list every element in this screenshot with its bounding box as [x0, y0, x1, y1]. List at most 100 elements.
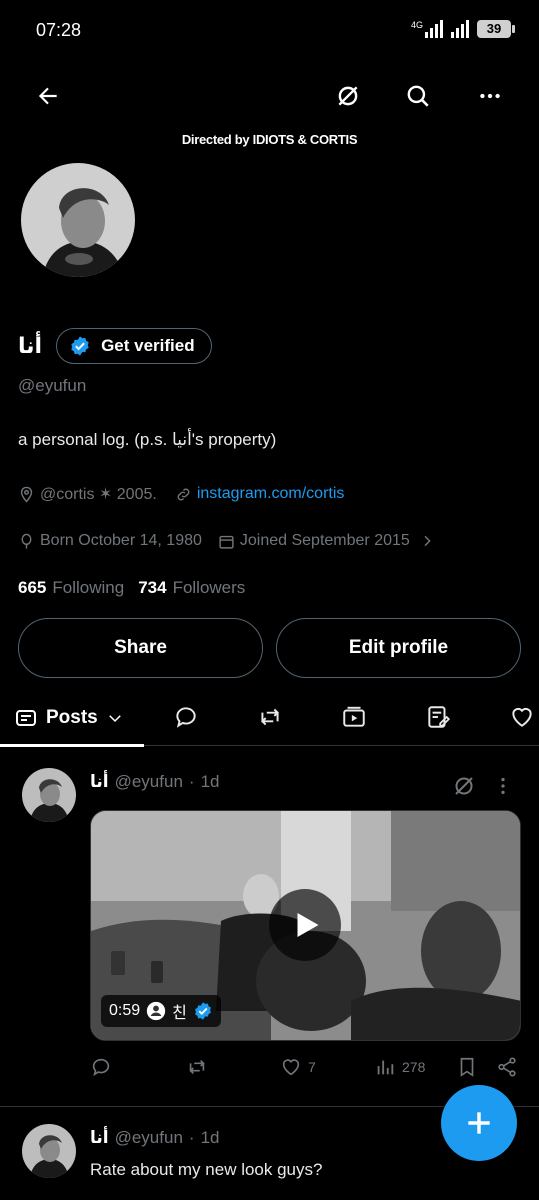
following-count: 665 [18, 578, 47, 597]
post-time: 1d [200, 772, 220, 791]
back-arrow-icon [38, 87, 57, 105]
search-icon [407, 85, 429, 107]
plus-icon [468, 1112, 490, 1134]
repost-icon [261, 708, 279, 726]
search-button[interactable] [396, 74, 440, 118]
post-avatar[interactable] [22, 1124, 76, 1178]
post-header: أنا @eyufun · 1d [90, 1128, 220, 1148]
video-icon [343, 706, 365, 727]
post-header: أنا @eyufun · 1d [90, 772, 220, 792]
network-label: 4G [410, 20, 423, 30]
tab-articles[interactable] [421, 700, 455, 734]
avatar-photo [21, 163, 135, 277]
get-verified-button[interactable]: Get verified [56, 328, 212, 364]
share-button[interactable]: Share [18, 618, 263, 678]
post-author-name: أنا [90, 772, 109, 791]
birthday-text: Born October 14, 1980 [40, 532, 202, 549]
joined-item[interactable]: Joined September 2015 [218, 532, 435, 550]
followers-label: Followers [172, 578, 246, 597]
more-vertical-icon [501, 777, 505, 795]
profile-tabs: Posts [0, 690, 539, 747]
tab-reposts[interactable] [253, 700, 287, 734]
signal-icon-2 [451, 20, 469, 38]
heart-icon [282, 1059, 300, 1076]
avatar-photo [22, 1124, 76, 1178]
post-grok-button[interactable] [442, 764, 486, 808]
chevron-down-icon [108, 715, 121, 723]
post-text: Rate about my new look guys? [90, 1160, 323, 1179]
grok-icon [338, 86, 358, 106]
edit-profile-button[interactable]: Edit profile [276, 618, 521, 678]
reply-button[interactable] [90, 1056, 112, 1078]
profile-meta-row-2: Born October 14, 1980 Joined September 2… [18, 532, 435, 550]
post-time: 1d [200, 1128, 220, 1147]
post-item[interactable]: أنا @eyufun · 1d 0:59 친 7 278 [0, 762, 539, 1102]
repost-button[interactable] [186, 1056, 208, 1078]
profile-avatar[interactable] [18, 160, 138, 280]
name-row: أنا Get verified [18, 328, 212, 364]
grok-button[interactable] [326, 74, 370, 118]
views-icon [377, 1060, 394, 1075]
video-username: 친 [172, 1005, 187, 1022]
reply-icon [176, 707, 196, 728]
link-icon [177, 488, 190, 500]
profile-handle: @eyufun [18, 376, 87, 395]
grok-icon [455, 777, 473, 795]
following-label: Following [52, 578, 125, 597]
reply-icon [92, 1058, 110, 1077]
calendar-icon [219, 535, 234, 549]
tab-replies[interactable] [169, 700, 203, 734]
like-count: 7 [308, 1059, 316, 1075]
signal-icon [425, 20, 443, 38]
tab-likes[interactable] [505, 700, 539, 734]
location-icon [20, 486, 33, 503]
verified-badge-icon [194, 1002, 211, 1020]
website-link[interactable]: instagram.com/cortis [175, 485, 344, 503]
get-verified-label: Get verified [101, 336, 195, 355]
back-button[interactable] [26, 74, 70, 118]
following-link[interactable]: 665 Following [18, 578, 124, 598]
views-button[interactable]: 278 [374, 1056, 425, 1078]
post-author-handle: @eyufun [114, 772, 183, 791]
post-author-name: أنا [90, 1128, 109, 1147]
play-button[interactable] [269, 889, 341, 961]
followers-count: 734 [138, 578, 167, 597]
profile-topbar [0, 70, 539, 124]
more-button[interactable] [468, 74, 512, 118]
like-button[interactable]: 7 [280, 1056, 316, 1078]
play-icon [297, 913, 319, 937]
status-time: 07:28 [36, 20, 82, 40]
views-count: 278 [402, 1059, 426, 1075]
post-avatar[interactable] [22, 768, 76, 822]
bookmark-icon [460, 1057, 474, 1077]
video-info-chip: 0:59 친 [101, 995, 221, 1027]
display-name: أنا [18, 333, 43, 358]
status-icons: 4G 39 [410, 20, 515, 38]
followers-link[interactable]: 734 Followers [138, 578, 245, 598]
tab-media[interactable] [337, 700, 371, 734]
more-icon [480, 93, 500, 99]
post-more-button[interactable] [488, 764, 518, 808]
tab-posts[interactable]: Posts [0, 690, 144, 747]
verified-badge-icon [71, 336, 89, 356]
birthday-item: Born October 14, 1980 [18, 532, 202, 550]
post-video[interactable]: 0:59 친 [90, 810, 521, 1041]
bookmark-button[interactable] [456, 1056, 478, 1078]
video-duration: 0:59 [109, 1002, 141, 1019]
chevron-right-icon [424, 535, 431, 547]
post-actions: 7 278 [90, 1056, 521, 1086]
follow-stats: 665 Following 734 Followers [18, 578, 245, 598]
profile-bio: a personal log. (p.s. أنيا's property) [18, 430, 277, 449]
joined-text: Joined September 2015 [239, 532, 410, 549]
article-icon [428, 706, 451, 728]
share-icon [498, 1057, 516, 1077]
post-separator-dot: · [188, 772, 195, 791]
profile-meta-row-1: @cortis ✶ 2005. instagram.com/cortis [18, 484, 344, 504]
repost-icon [189, 1059, 205, 1075]
status-bar: 07:28 4G 39 [0, 0, 539, 62]
post-separator-dot: · [188, 1128, 195, 1147]
user-icon [146, 1001, 166, 1021]
location-item: @cortis ✶ 2005. [18, 484, 157, 504]
share-post-button[interactable] [496, 1056, 518, 1078]
compose-post-button[interactable] [441, 1085, 517, 1161]
